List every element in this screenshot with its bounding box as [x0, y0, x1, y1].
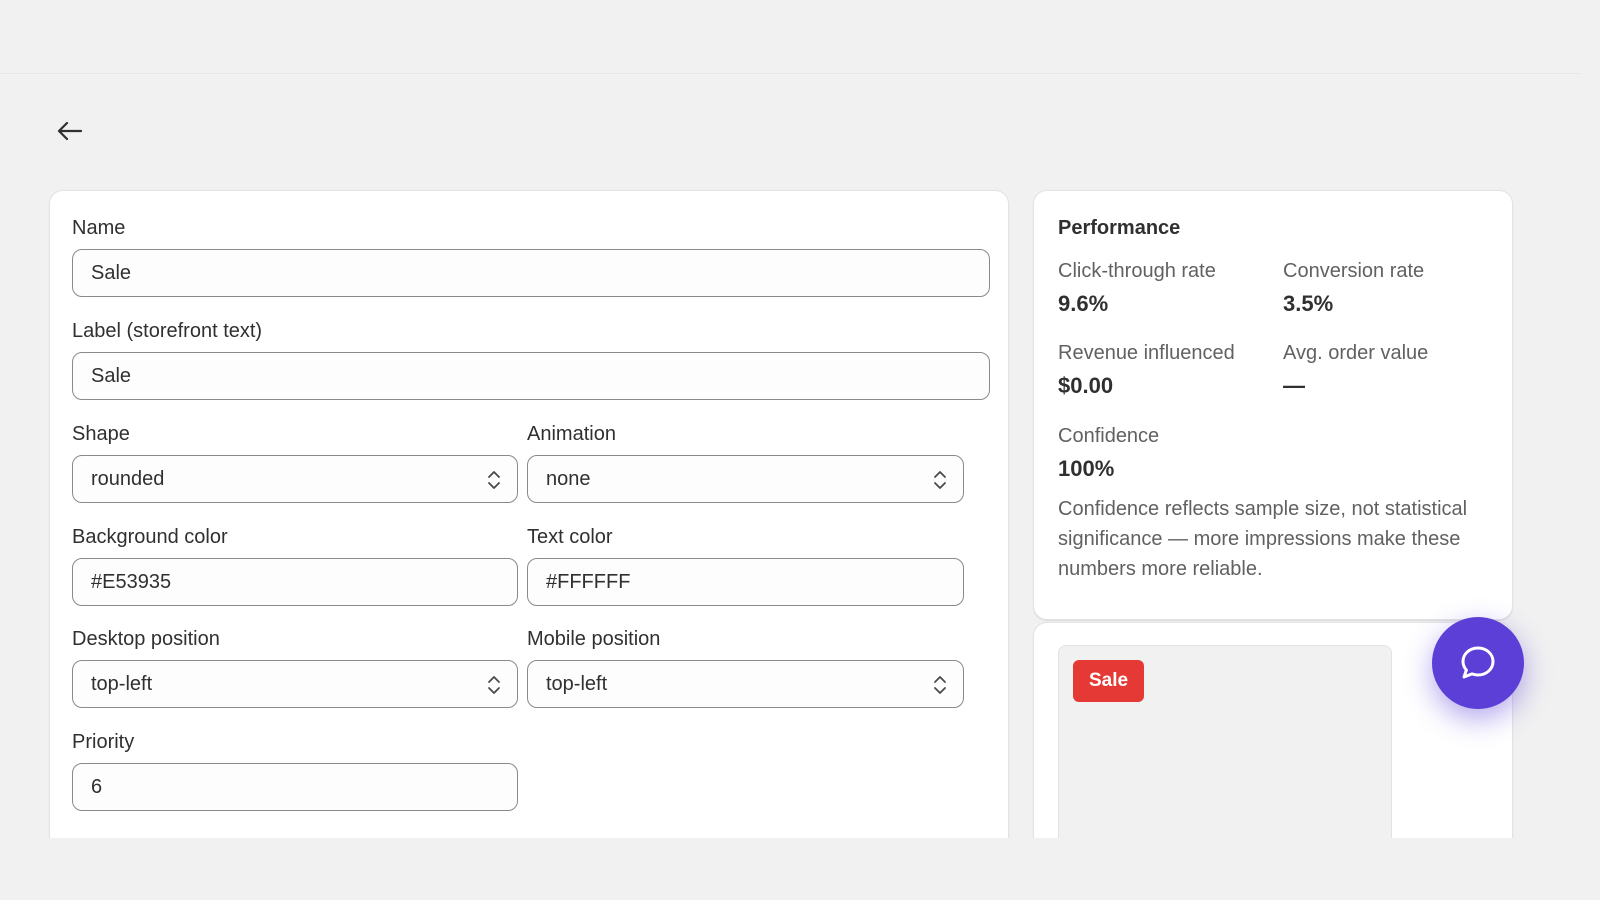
desktop-position-value: top-left — [91, 672, 153, 695]
aov-label: Avg. order value — [1283, 342, 1429, 364]
top-bar — [0, 0, 1580, 74]
click-through-value: 9.6% — [1058, 291, 1109, 316]
chevron-up-down-icon — [488, 676, 500, 694]
priority-label: Priority — [72, 731, 135, 753]
text-color-label: Text color — [527, 526, 613, 548]
back-button[interactable] — [52, 116, 88, 146]
animation-value: none — [546, 467, 591, 490]
label-text-input[interactable]: Sale — [72, 352, 990, 400]
revenue-label: Revenue influenced — [1058, 342, 1235, 364]
priority-value: 6 — [91, 775, 103, 798]
arrow-left-icon — [57, 121, 83, 141]
animation-select[interactable]: none — [527, 455, 964, 503]
desktop-position-label: Desktop position — [72, 628, 220, 650]
name-value: Sale — [91, 261, 132, 284]
mobile-position-select[interactable]: top-left — [527, 660, 964, 708]
chat-bubble-icon — [1461, 646, 1495, 679]
mobile-position-label: Mobile position — [527, 628, 661, 650]
label-text-label: Label (storefront text) — [72, 320, 263, 342]
conversion-label: Conversion rate — [1283, 260, 1425, 282]
chevron-up-down-icon — [488, 471, 500, 489]
revenue-value: $0.00 — [1058, 373, 1114, 398]
background-color-value: #E53935 — [91, 570, 172, 593]
name-label: Name — [72, 217, 126, 239]
chevron-up-down-icon — [934, 471, 946, 489]
aov-value: — — [1283, 373, 1305, 398]
text-color-input[interactable]: #FFFFFF — [527, 558, 964, 606]
performance-card: Performance Click-through rate 9.6% Conv… — [1033, 190, 1513, 620]
performance-title: Performance — [1058, 217, 1181, 239]
chat-button[interactable] — [1432, 617, 1524, 709]
background-color-input[interactable]: #E53935 — [72, 558, 518, 606]
name-input[interactable]: Sale — [72, 249, 990, 297]
click-through-label: Click-through rate — [1058, 260, 1216, 282]
label-text-value: Sale — [91, 364, 132, 387]
confidence-value: 100% — [1058, 456, 1115, 481]
shape-label: Shape — [72, 423, 130, 445]
mobile-position-value: top-left — [546, 672, 608, 695]
desktop-position-select[interactable]: top-left — [72, 660, 518, 708]
confidence-label: Confidence — [1058, 425, 1160, 447]
bottom-strip — [0, 838, 1600, 900]
sale-badge: Sale — [1073, 660, 1145, 702]
priority-input[interactable]: 6 — [72, 763, 518, 811]
animation-label: Animation — [527, 423, 616, 445]
background-color-label: Background color — [72, 526, 228, 548]
shape-select[interactable]: rounded — [72, 455, 518, 503]
conversion-value: 3.5% — [1283, 291, 1334, 316]
badge-settings-card: Name Sale Label (storefront text) Sale S… — [49, 190, 1009, 852]
shape-value: rounded — [91, 467, 165, 490]
chevron-up-down-icon — [934, 676, 946, 694]
text-color-value: #FFFFFF — [546, 570, 631, 593]
confidence-note: Confidence reflects sample size, not sta… — [1058, 498, 1468, 580]
